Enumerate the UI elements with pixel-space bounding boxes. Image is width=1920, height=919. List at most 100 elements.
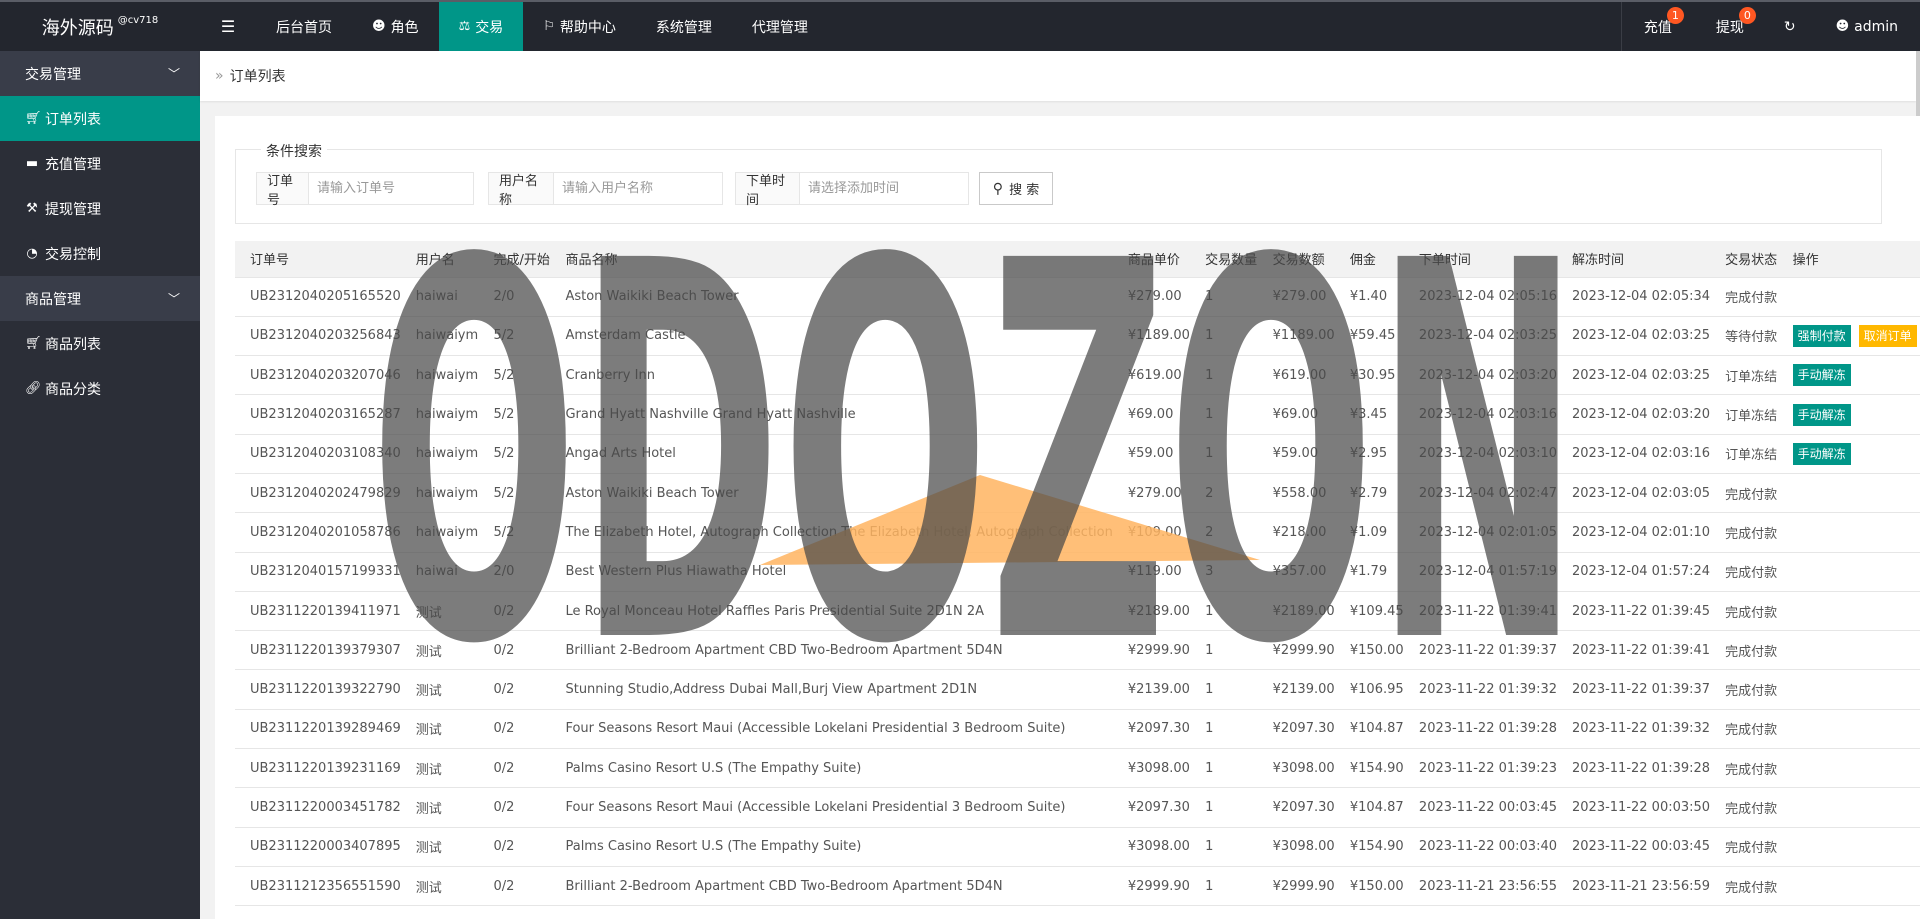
nav-trade[interactable]: ⚖ 交易 [438,2,524,51]
cell-amount: ¥2999.90 [1257,866,1335,907]
recharge-link[interactable]: 充值 1 [1622,2,1694,51]
nav-role-label: 角色 [390,19,419,36]
cell-amount: ¥3098.00 [1257,748,1335,789]
nav-role[interactable]: ☻ 角色 [352,2,439,51]
sidebar-group-goods[interactable]: 商品管理 ﹀ [0,276,200,321]
breadcrumb-current[interactable]: 订单列表 [230,66,286,86]
cell-order-number: UB2311220139231169 [235,748,401,789]
nav-system[interactable]: 系统管理 [636,2,732,51]
cell-commission: ¥104.87 [1334,787,1404,828]
cell-actions [1777,748,1920,789]
cell-order-time: 2023-12-04 02:01:05 [1403,512,1557,553]
cell-amount: ¥558.00 [1257,473,1335,514]
cell-amount: ¥3098.00 [1257,827,1335,867]
cell-progress: 2/0 [478,277,551,317]
nav-agent[interactable]: 代理管理 [732,2,828,51]
cell-status: 完成付款 [1710,669,1778,710]
sidebar-item-label: 订单列表 [45,111,101,128]
cell-unfreeze-time: 2023-11-22 01:39:41 [1557,630,1711,671]
cell-unfreeze-time: 2023-11-22 01:39:45 [1557,591,1711,632]
cell-order-time: 2023-12-04 02:03:20 [1403,355,1557,396]
cell-status: 完成付款 [1710,277,1778,317]
cell-quantity: 3 [1190,552,1258,592]
cell-quantity: 1 [1190,709,1258,750]
sidebar-item-orders[interactable]: 🛒︎ 订单列表 [0,96,200,141]
top-header: 海外源码 @cv718 ☰ 后台首页 ☻ 角色 ⚖ 交易 ⚐ 帮助中心 系统管理 代理管… [0,0,1920,51]
sidebar-item-control[interactable]: ◔ 交易控制 [0,231,200,276]
recharge-badge: 1 [1666,7,1684,24]
sidebar-item-goods-list[interactable]: 🛒︎ 商品列表 [0,321,200,366]
cell-order-number: UB2311212356551590 [235,866,401,907]
order-time-input[interactable] [800,173,968,204]
cell-username: haiwaiym [400,394,479,435]
hammer-icon: ⚒ [26,201,38,216]
manual-unfreeze-button[interactable]: 手动解冻 [1792,403,1851,426]
cell-username: haiwaiym [400,473,479,514]
manual-unfreeze-button[interactable]: 手动解冻 [1792,442,1851,465]
sidebar-item-goods-category[interactable]: 🔗︎ 商品分类 [0,366,200,411]
nav-home-label: 后台首页 [276,19,332,36]
table-row: UB2312040201058786 haiwaiym 5/2 The Elizabe… [235,512,1920,553]
table-row: UB2311220003451782 测试 0/2 Four Seasons Reso… [235,787,1920,828]
cell-actions [1777,787,1920,828]
cell-product-name: Le Royal Monceau Hotel Raffles Paris Pre… [550,591,1113,632]
top-nav: ☰ 后台首页 ☻ 角色 ⚖ 交易 ⚐ 帮助中心 系统管理 代理管理 [200,2,1621,51]
cell-unfreeze-time: 2023-11-22 00:03:50 [1557,787,1711,828]
cell-unit-price: ¥279.00 [1112,473,1191,514]
cell-actions [1777,669,1920,710]
manual-unfreeze-button[interactable]: 手动解冻 [1792,364,1851,387]
sidebar-item-withdraw[interactable]: ⚒ 提现管理 [0,186,200,231]
username-input[interactable] [554,173,722,204]
cell-order-number: UB2312040202479829 [235,473,401,514]
cell-commission: ¥104.87 [1334,709,1404,750]
chat-icon: ▬ [25,156,39,171]
cell-order-time: 2023-11-22 00:03:40 [1403,827,1557,867]
cell-product-name: Amsterdam Castle [550,316,1113,357]
cell-order-number: UB2311220139379307 [235,630,401,671]
withdraw-link[interactable]: 提现 0 [1694,2,1766,51]
cancel-order-button[interactable]: 取消订单 [1858,324,1917,347]
table-header-cell: 操作 [1777,241,1920,278]
refresh-button[interactable]: ↻ [1766,2,1814,51]
cell-username: 测试 [400,748,479,789]
cell-product-name: Four Seasons Resort Maui (Accessible Lok… [550,709,1113,750]
cell-unfreeze-time: 2023-11-22 01:39:32 [1557,709,1711,750]
user-menu[interactable]: ☻ admin [1814,2,1920,51]
logo: 海外源码 @cv718 [0,2,200,51]
nav-home[interactable]: 后台首页 [256,2,352,51]
table-row: UB2312040203165287 haiwaiym 5/2 Grand Hyatt… [235,394,1920,435]
table-header-cell: 商品名称 [550,241,1113,278]
cell-order-time: 2023-12-04 02:03:25 [1403,316,1557,357]
username-label: 用户名称 [489,173,554,208]
cell-unfreeze-time: 2023-12-04 02:03:25 [1557,355,1711,396]
cell-amount: ¥1189.00 [1257,316,1335,357]
order-number-input[interactable] [309,173,473,204]
cell-product-name: Aston Waikiki Beach Tower [550,277,1113,317]
cell-order-number: UB2312040203108340 [235,434,401,474]
cell-username: 测试 [400,787,479,828]
cell-amount: ¥2139.00 [1257,669,1335,710]
cell-commission: ¥2.79 [1334,473,1404,514]
menu-toggle-button[interactable]: ☰ [200,2,256,51]
search-button[interactable]: ⚲ 搜 索 [979,172,1053,205]
sidebar-item-recharge[interactable]: ▬ 充值管理 [0,141,200,186]
cell-actions [1777,866,1920,907]
nav-help[interactable]: ⚐ 帮助中心 [523,2,636,51]
cell-username: 测试 [400,866,479,907]
cell-order-time: 2023-11-22 01:39:41 [1403,591,1557,632]
force-pay-button[interactable]: 强制付款 [1792,324,1851,347]
cell-order-number: UB2312040203256843 [235,316,401,357]
cell-commission: ¥154.90 [1334,748,1404,789]
cell-amount: ¥2097.30 [1257,787,1335,828]
cell-product-name: Brilliant 2-Bedroom Apartment CBD Two-Be… [550,630,1113,671]
cell-order-number: UB2311220003407895 [235,827,401,867]
table-header-cell: 交易状态 [1710,241,1778,278]
search-button-label: 搜 索 [1009,183,1040,198]
cell-actions [1777,277,1920,317]
user-icon: ☻ [372,19,386,34]
cell-unit-price: ¥2999.90 [1112,866,1191,907]
sidebar-group-trade[interactable]: 交易管理 ﹀ [0,51,200,96]
cell-progress: 5/2 [478,355,551,396]
cell-status: 完成付款 [1710,512,1778,553]
breadcrumb: » 订单列表 [200,51,1916,101]
